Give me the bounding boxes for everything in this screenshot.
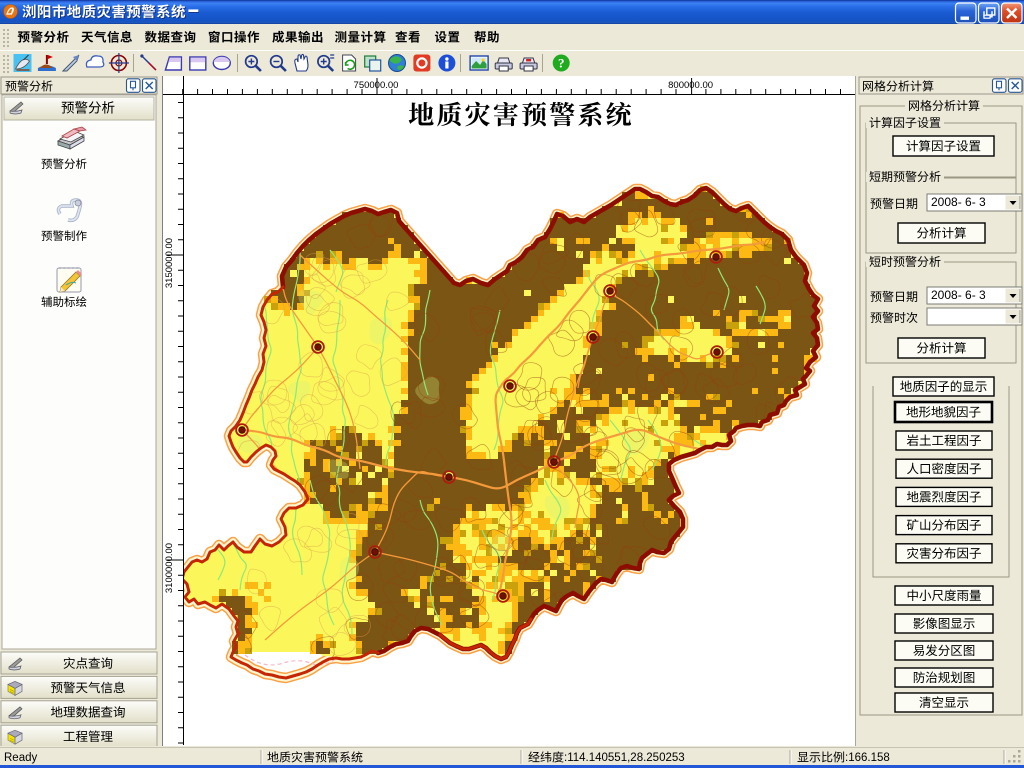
svg-text:?: ? bbox=[558, 56, 565, 71]
svg-text:750000.00: 750000.00 bbox=[354, 80, 399, 91]
svg-text:3100000.00: 3100000.00 bbox=[164, 543, 175, 593]
svg-text:Ready: Ready bbox=[4, 752, 37, 764]
svg-text:800000.00: 800000.00 bbox=[668, 80, 713, 91]
svg-text::114.140551,28.250253: :114.140551,28.250253 bbox=[564, 752, 685, 764]
svg-text:3150000.00: 3150000.00 bbox=[164, 238, 175, 288]
svg-text::166.158: :166.158 bbox=[845, 752, 890, 764]
svg-text:2008- 6- 3: 2008- 6- 3 bbox=[931, 195, 986, 209]
svg-text:2008- 6- 3: 2008- 6- 3 bbox=[931, 288, 986, 302]
